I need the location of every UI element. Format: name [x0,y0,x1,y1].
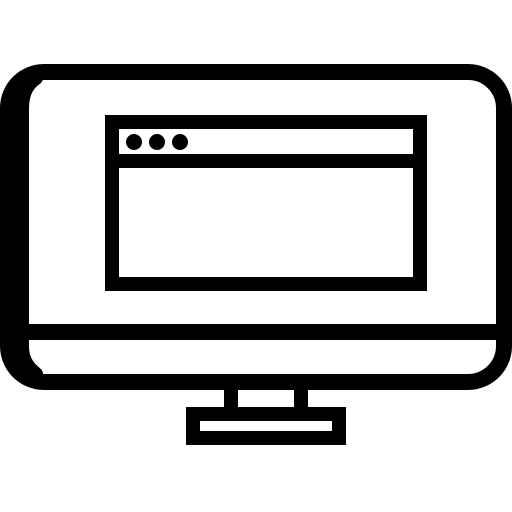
stand-base [186,407,346,445]
window-dot-2 [149,134,165,150]
icon-canvas [0,0,512,512]
window-dot-3 [172,134,188,150]
window-dot-1 [126,134,142,150]
computer-monitor-icon [0,64,512,445]
